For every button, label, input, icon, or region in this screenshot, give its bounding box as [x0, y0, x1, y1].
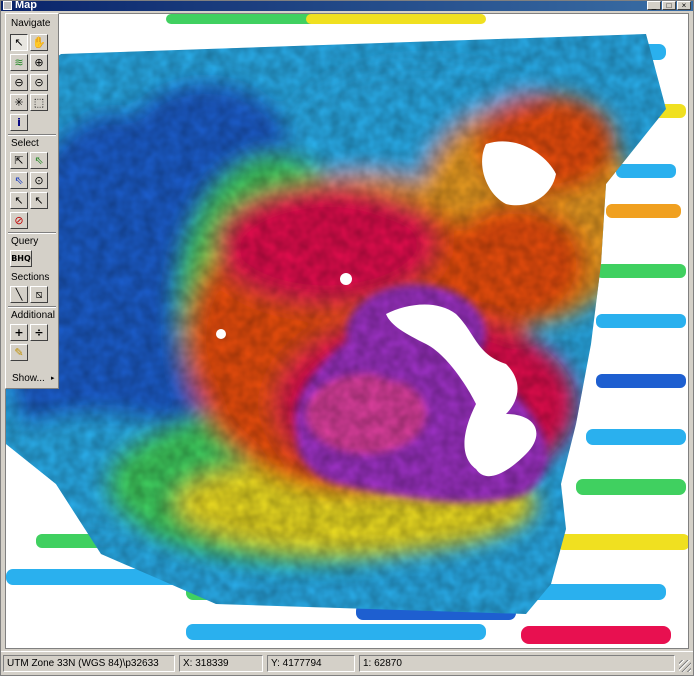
section-select: Select — [11, 138, 39, 149]
full-extent-button[interactable]: ✳ — [10, 94, 28, 111]
zoom-out-alt-button[interactable]: ⊝ — [30, 74, 48, 91]
projection-status: UTM Zone 33N (WGS 84)\p32633 — [3, 655, 175, 672]
pointer-tool-button[interactable]: ↖ — [10, 34, 28, 51]
section-sections: Sections — [11, 272, 50, 283]
zoom-box-button[interactable]: ⬚ — [30, 94, 48, 111]
minimize-button[interactable]: _ — [647, 1, 661, 10]
divide-button[interactable]: ÷ — [30, 324, 48, 341]
toolbox-separator — [8, 306, 56, 308]
map-app-icon — [3, 1, 12, 10]
magnetic-anomaly-map — [6, 14, 688, 644]
toolbox-separator — [8, 134, 56, 136]
chevron-right-icon: ▸ — [51, 375, 55, 382]
zoom-out-button[interactable]: ⊖ — [10, 74, 28, 91]
section-line-button[interactable]: ╲ — [10, 286, 28, 303]
clear-selection-button[interactable]: ⊘ — [10, 212, 28, 229]
title-bar[interactable]: Map _ □ × — [1, 1, 693, 11]
y-coordinate-status: Y: 4177794 — [267, 655, 355, 672]
window-title: Map — [15, 1, 37, 11]
tool-palette: Navigate ↖ ✋ ≋ ⊕ ⊖ ⊝ ✳ ⬚ i Select ⇱ ⇖ ⇖ … — [5, 13, 59, 389]
maximize-button[interactable]: □ — [662, 1, 676, 10]
toolbox-separator — [8, 232, 56, 234]
select-point-button[interactable]: ↖ — [10, 192, 28, 209]
section-additional: Additional — [11, 310, 55, 321]
anomaly-grid — [6, 34, 666, 614]
select-box-button[interactable]: ⇱ — [10, 152, 28, 169]
x-coordinate-status: X: 318339 — [179, 655, 263, 672]
select-circle-button[interactable]: ⊙ — [30, 172, 48, 189]
query-button[interactable]: BHQ — [10, 250, 32, 267]
section-query: Query — [11, 236, 39, 247]
pencil-button[interactable]: ✎ — [10, 344, 28, 361]
status-bar: UTM Zone 33N (WGS 84)\p32633 X: 318339 Y… — [1, 651, 693, 675]
resize-grip-icon[interactable] — [679, 660, 691, 672]
scale-status: 1: 62870 — [359, 655, 675, 672]
info-button[interactable]: i — [10, 114, 28, 131]
select-point2-button[interactable]: ↖ — [30, 192, 48, 209]
map-canvas[interactable] — [5, 13, 689, 649]
show-menu-button[interactable]: Show... — [9, 370, 57, 388]
section-box-button[interactable]: ⧅ — [30, 286, 48, 303]
close-button[interactable]: × — [677, 1, 691, 10]
map-window: Map _ □ × Navigate ↖ ✋ ≋ ⊕ ⊖ ⊝ ✳ ⬚ i Sel… — [0, 0, 694, 676]
select-blue-button[interactable]: ⇖ — [10, 172, 28, 189]
add-button[interactable]: + — [10, 324, 28, 341]
section-navigate: Navigate — [11, 18, 51, 29]
select-arrow-button[interactable]: ⇖ — [30, 152, 48, 169]
zoom-in-button[interactable]: ⊕ — [30, 54, 48, 71]
layers-tool-button[interactable]: ≋ — [10, 54, 28, 71]
pan-tool-button[interactable]: ✋ — [30, 34, 48, 51]
